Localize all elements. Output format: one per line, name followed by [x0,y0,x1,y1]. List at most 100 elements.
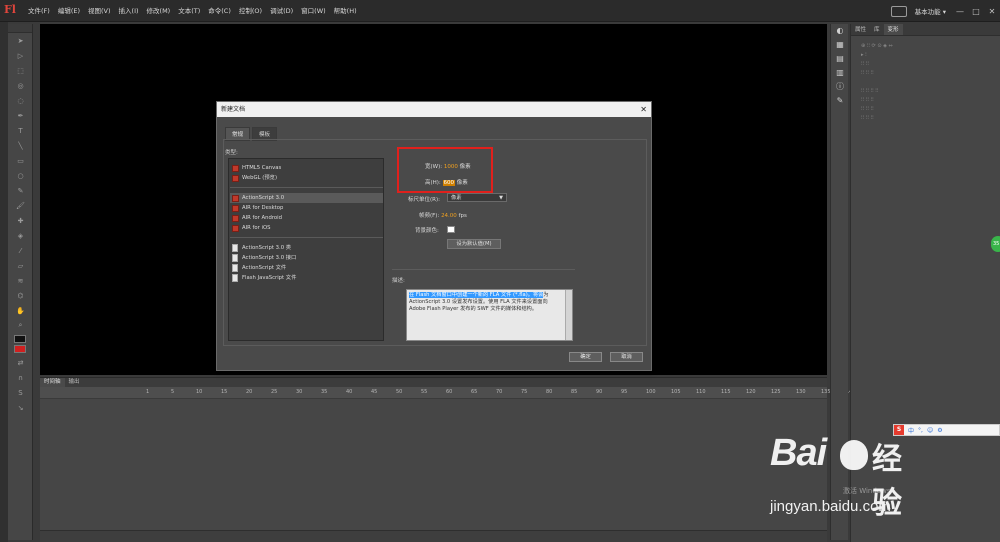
green-floating-badge[interactable]: 35 [991,236,1000,252]
bone-tool-icon[interactable]: ✚ [8,213,33,228]
script-file-icon [232,254,238,262]
ime-toolbar[interactable]: S 中 °, ☺ ⚙ [893,424,1000,436]
flash-logo-icon: Fl [4,3,16,16]
main-menu: 文件(F) 编辑(E) 视图(V) 插入(I) 修改(M) 文本(T) 命令(C) 控制(O)… [24,0,361,22]
maximize-button[interactable]: □ [968,7,984,16]
menu-item[interactable]: 命令(C) [204,0,235,22]
tab-properties[interactable]: 属性 [851,24,870,35]
document-type-item[interactable]: ActionScript 3.0 [230,193,383,203]
stroke-color-swatch[interactable] [14,335,26,343]
height-value[interactable]: 600 [442,180,456,186]
hand-tool-icon[interactable]: ✋ [8,303,33,318]
smooth-icon[interactable]: S [8,385,33,400]
color-panel-icon[interactable]: ◐ [831,24,849,38]
info-panel-icon[interactable]: ⓘ [831,80,849,94]
list-separator [230,187,383,188]
document-type-item[interactable]: AIR for Android [230,213,383,223]
fla-file-icon [232,215,239,222]
frame-number: 105 [671,389,681,395]
menu-item[interactable]: 编辑(E) [54,0,84,22]
menu-item[interactable]: 控制(O) [235,0,266,22]
pen-tool-icon[interactable]: ✒ [8,108,33,123]
tab-transform[interactable]: 变形 [883,24,903,35]
sync-settings-icon[interactable] [890,5,907,17]
menu-item[interactable]: 视图(V) [84,0,115,22]
ime-emoji-icon[interactable]: ☺ [927,427,933,434]
width-tool-icon[interactable]: ≋ [8,273,33,288]
snap-icon[interactable]: ∩ [8,370,33,385]
ime-punctuation[interactable]: °, [918,427,923,434]
workspace-switcher[interactable]: 基本功能 ▾ [915,6,946,16]
rectangle-tool-icon[interactable]: ▭ [8,153,33,168]
ime-mode-chinese[interactable]: 中 [908,426,914,435]
type-label: 类型: [225,150,238,156]
oval-tool-icon[interactable]: ○ [8,168,33,183]
ruler-units-select[interactable]: 像素 ▼ [447,193,507,202]
zoom-tool-icon[interactable]: ⌕ [8,318,33,333]
document-type-item[interactable]: ActionScript 文件 [230,263,383,273]
menu-item[interactable]: 文件(F) [24,0,54,22]
3d-rotation-tool-icon[interactable]: ◎ [8,78,33,93]
code-snippets-icon[interactable]: ✎ [831,94,849,108]
tab-timeline[interactable]: 时间轴 [40,378,65,387]
selection-tool-icon[interactable]: ➤ [8,33,33,48]
transform-row [851,78,1000,87]
swatches-panel-icon[interactable]: ▦ [831,38,849,52]
frame-rate-field[interactable]: 帧频(F): 24.00 fps [419,211,467,219]
height-label: 高(H): [425,180,441,186]
fill-color-swatch[interactable] [14,345,26,353]
width-field[interactable]: 宽(W): 1000 像素 [425,162,471,170]
eraser-tool-icon[interactable]: ▱ [8,258,33,273]
frame-number: 80 [546,389,553,395]
frame-rate-value[interactable]: 24.00 [441,213,457,219]
transform-row: ⁝⁝ ⁝⁝ ⁝⁝ [861,97,874,103]
straighten-icon[interactable]: ↘ [8,400,33,415]
camera-tool-icon[interactable]: ⌬ [8,288,33,303]
frame-number: 45 [371,389,378,395]
free-transform-tool-icon[interactable]: ⬚ [8,63,33,78]
width-value[interactable]: 1000 [444,164,458,170]
document-type-item[interactable]: ActionScript 3.0 类 [230,243,383,253]
align-panel-icon[interactable]: ▤ [831,52,849,66]
timeline-controls[interactable] [40,530,827,542]
ime-settings-icon[interactable]: ⚙ [937,427,942,434]
document-type-item[interactable]: Flash JavaScript 文件 [230,273,383,283]
frame-number: 40 [346,389,353,395]
menu-item[interactable]: 窗口(W) [297,0,330,22]
swap-colors-icon[interactable]: ⇄ [8,355,33,370]
document-type-item[interactable]: WebGL (预览) [230,173,383,183]
close-app-button[interactable]: ✕ [984,7,1000,16]
document-type-item[interactable]: HTML5 Canvas [230,163,383,173]
document-type-item[interactable]: ActionScript 3.0 接口 [230,253,383,263]
lasso-tool-icon[interactable]: ◌ [8,93,33,108]
frame-number: 130 [796,389,806,395]
minimize-button[interactable]: — [952,7,968,16]
brush-tool-icon[interactable]: 🖌 [8,198,33,213]
description-scrollbar[interactable] [565,290,572,340]
tab-library[interactable]: 库 [870,24,884,35]
line-tool-icon[interactable]: ╲ [8,138,33,153]
menu-item[interactable]: 修改(M) [143,0,175,22]
height-field[interactable]: 高(H): 600 像素 [425,178,468,186]
dialog-title-bar: 新建文档 ✕ [217,102,651,117]
dialog-close-icon[interactable]: ✕ [640,102,647,117]
components-panel-icon[interactable]: ▥ [831,66,849,80]
cancel-button[interactable]: 取消 [610,352,643,362]
background-color-swatch[interactable] [447,226,455,233]
frame-ruler[interactable]: 1 5 10 15 20 25 30 35 40 45 50 55 60 65 70 75 80 85 90 95 10… [40,387,881,399]
description-box[interactable]: 在 Flash 文档窗口中创建一个新的 FLA 文件 (*.fla)。将会为 A… [406,289,573,341]
ok-button[interactable]: 确定 [569,352,602,362]
subselection-tool-icon[interactable]: ▷ [8,48,33,63]
tab-output[interactable]: 输出 [65,378,84,387]
make-default-button[interactable]: 设为默认值(M) [447,239,501,249]
menu-item[interactable]: 帮助(H) [330,0,361,22]
eyedropper-tool-icon[interactable]: ⁄ [8,243,33,258]
menu-item[interactable]: 文本(T) [174,0,204,22]
text-tool-icon[interactable]: T [8,123,33,138]
document-type-item[interactable]: AIR for iOS [230,223,383,233]
paint-bucket-tool-icon[interactable]: ◈ [8,228,33,243]
pencil-tool-icon[interactable]: ✎ [8,183,33,198]
menu-item[interactable]: 插入(I) [115,0,143,22]
menu-item[interactable]: 调试(D) [266,0,297,22]
document-type-item[interactable]: AIR for Desktop [230,203,383,213]
